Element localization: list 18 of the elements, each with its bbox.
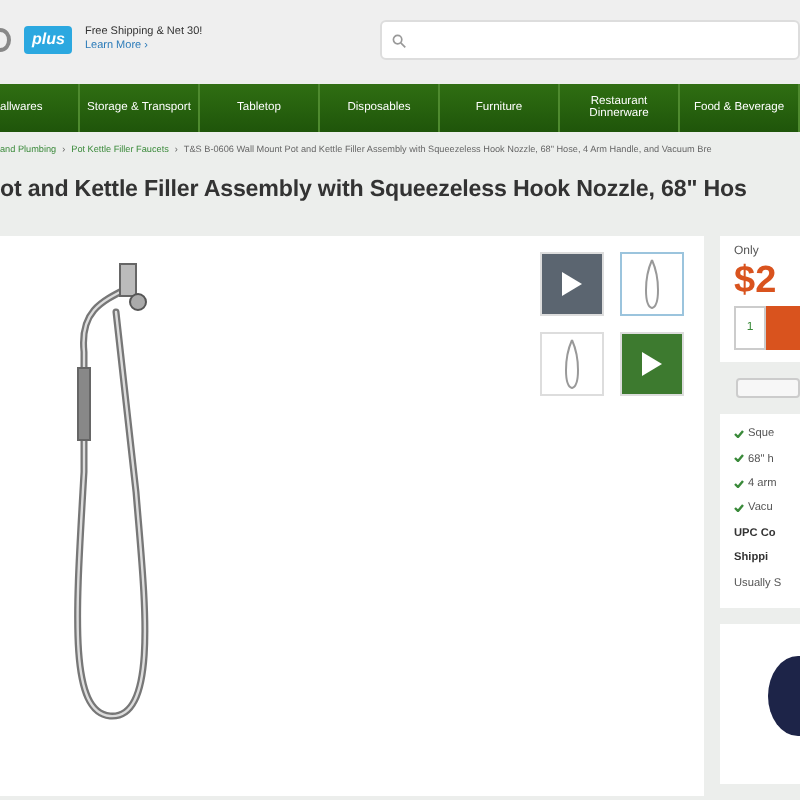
- search-icon: [392, 33, 406, 47]
- video-thumbnail[interactable]: [620, 332, 684, 397]
- check-icon: [734, 429, 744, 438]
- faucet-icon: [560, 338, 584, 391]
- check-icon: [734, 503, 744, 512]
- faucet-icon: [640, 258, 664, 311]
- video-thumbnail[interactable]: [540, 252, 604, 317]
- search-field[interactable]: [380, 20, 800, 60]
- add-to-cart-button[interactable]: [766, 306, 800, 351]
- product-title: ot and Kettle Filler Assembly with Squeezeless Hook Nozzle, 68" Hos: [0, 173, 749, 206]
- check-icon: [734, 454, 744, 463]
- play-icon: [640, 350, 664, 379]
- photo-thumbnail[interactable]: [620, 252, 684, 317]
- price: $2: [734, 262, 779, 301]
- check-icon: [734, 479, 744, 488]
- play-icon: [560, 270, 584, 299]
- logo[interactable]: [0, 26, 12, 54]
- photo-thumbnail[interactable]: [540, 332, 604, 397]
